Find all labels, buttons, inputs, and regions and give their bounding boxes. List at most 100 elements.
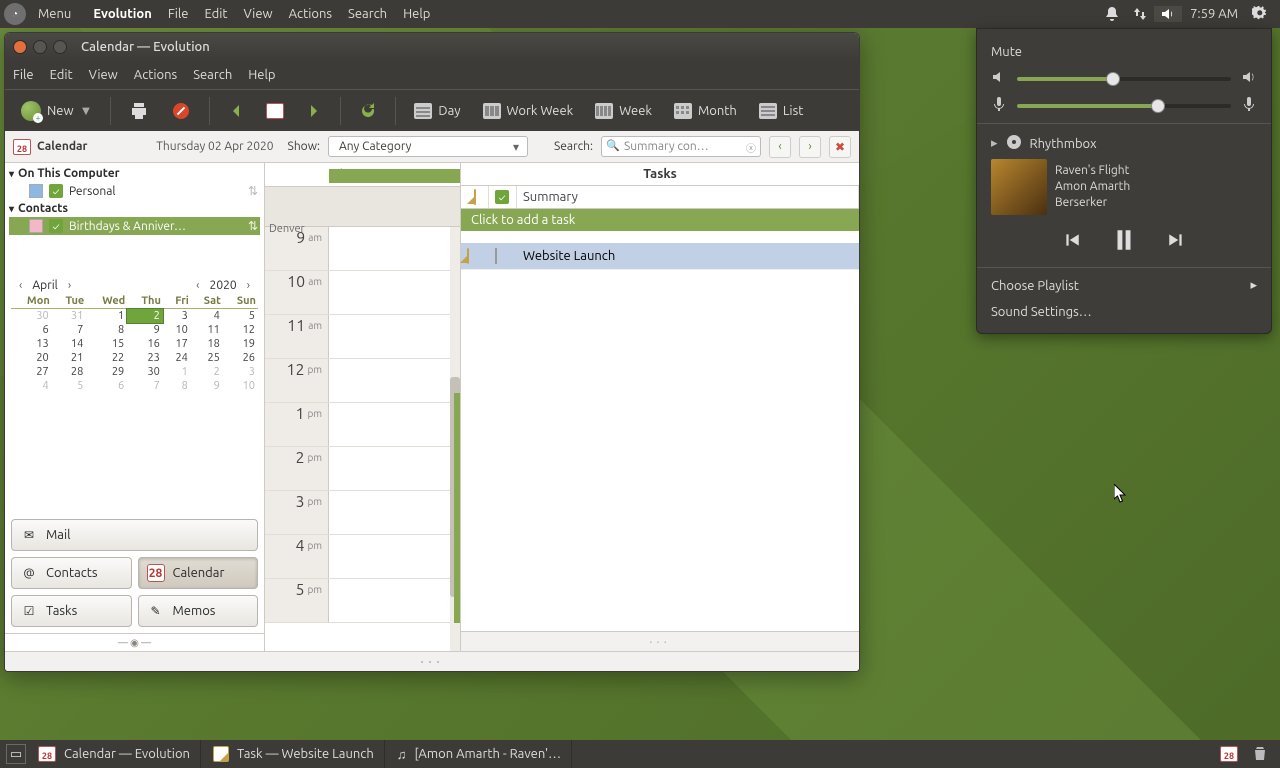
menu-actions[interactable]: Actions bbox=[126, 68, 185, 82]
minical-day[interactable]: 3 bbox=[163, 309, 191, 324]
trash-applet[interactable] bbox=[1246, 745, 1274, 764]
clear-icon[interactable]: ⓧ bbox=[746, 140, 756, 155]
calendar-item-birthdays[interactable]: ✓ Birthdays & Anniver… ⇅ bbox=[9, 217, 260, 235]
hours-grid[interactable]: 9am10am11am12pm1pm2pm3pm4pm5pm bbox=[265, 227, 460, 651]
prev-button[interactable] bbox=[220, 99, 252, 123]
hour-slot[interactable] bbox=[329, 491, 460, 534]
hour-slot[interactable] bbox=[329, 271, 460, 314]
global-menu-file[interactable]: File bbox=[160, 0, 197, 28]
view-day-button[interactable]: Day bbox=[406, 99, 468, 123]
minical-day[interactable]: 9 bbox=[127, 323, 163, 337]
hour-slot[interactable] bbox=[329, 403, 460, 446]
show-desktop-button[interactable]: ▭ bbox=[6, 744, 26, 764]
mini-calendar[interactable]: ‹April› ‹2020› MonTueWedThuFriSatSun 303… bbox=[5, 277, 264, 399]
minical-day[interactable]: 3 bbox=[223, 365, 258, 379]
col-summary[interactable]: Summary bbox=[517, 186, 859, 208]
minical-day[interactable]: 10 bbox=[223, 379, 258, 393]
distributor-logo-icon[interactable]: ◔ bbox=[4, 3, 26, 25]
minical-day[interactable]: 6 bbox=[11, 323, 52, 337]
view-month-button[interactable]: Month bbox=[666, 99, 745, 123]
minical-day[interactable]: 1 bbox=[163, 365, 191, 379]
category-dropdown[interactable]: Any Category bbox=[328, 136, 528, 157]
minical-day[interactable]: 28 bbox=[52, 365, 87, 379]
menu-view[interactable]: View bbox=[81, 68, 126, 82]
minical-day[interactable]: 7 bbox=[52, 323, 87, 337]
notifications-icon[interactable] bbox=[1098, 6, 1126, 22]
minical-day[interactable]: 25 bbox=[191, 351, 223, 365]
input-volume-slider[interactable] bbox=[1017, 104, 1231, 108]
play-pause-button[interactable] bbox=[1111, 227, 1137, 253]
minical-day[interactable]: 7 bbox=[127, 379, 163, 393]
tree-group-on-this-computer[interactable]: On This Computer bbox=[9, 165, 260, 182]
menu-edit[interactable]: Edit bbox=[42, 68, 81, 82]
window-maximize-button[interactable] bbox=[53, 40, 67, 54]
hour-slot[interactable] bbox=[329, 315, 460, 358]
minical-day[interactable]: 14 bbox=[52, 337, 87, 351]
minical-day[interactable]: 31 bbox=[52, 309, 87, 324]
global-menu-search[interactable]: Search bbox=[340, 0, 395, 28]
global-menu-edit[interactable]: Edit bbox=[196, 0, 235, 28]
mini-calendar-grid[interactable]: MonTueWedThuFriSatSun 303112345678910111… bbox=[11, 294, 258, 393]
add-task-row[interactable]: Click to add a task bbox=[461, 209, 859, 231]
minical-day[interactable]: 1 bbox=[86, 309, 127, 324]
hour-slot[interactable] bbox=[329, 359, 460, 402]
window-titlebar[interactable]: Calendar — Evolution bbox=[5, 33, 859, 61]
minical-day[interactable]: 18 bbox=[191, 337, 223, 351]
new-button[interactable]: New▼ bbox=[13, 97, 100, 125]
global-menu-actions[interactable]: Actions bbox=[281, 0, 340, 28]
minical-day[interactable]: 5 bbox=[52, 379, 87, 393]
search-stop-button[interactable]: ✖ bbox=[829, 136, 851, 158]
minical-day[interactable]: 15 bbox=[86, 337, 127, 351]
minical-day[interactable]: 16 bbox=[127, 337, 163, 351]
view-work-week-button[interactable]: Work Week bbox=[475, 99, 582, 123]
menu-search[interactable]: Search bbox=[185, 68, 240, 82]
search-input[interactable]: Summary con…ⓧ bbox=[601, 136, 761, 157]
minical-day[interactable]: 21 bbox=[52, 351, 87, 365]
minical-day[interactable]: 17 bbox=[163, 337, 191, 351]
global-menu-view[interactable]: View bbox=[236, 0, 281, 28]
task-row[interactable]: Website Launch bbox=[461, 243, 859, 270]
hour-slot[interactable] bbox=[329, 227, 460, 270]
view-week-button[interactable]: Week bbox=[587, 99, 660, 123]
minical-day[interactable]: 30 bbox=[127, 365, 163, 379]
session-gear-icon[interactable] bbox=[1246, 6, 1274, 22]
window-minimize-button[interactable] bbox=[33, 40, 47, 54]
minical-day[interactable]: 2 bbox=[191, 365, 223, 379]
task-checkbox[interactable] bbox=[495, 248, 497, 264]
player-app-name[interactable]: Rhythmbox bbox=[1030, 137, 1097, 151]
calendar-applet[interactable]: 28 bbox=[1214, 746, 1244, 762]
tree-group-contacts[interactable]: Contacts bbox=[9, 200, 260, 217]
search-prev-button[interactable]: ‹ bbox=[769, 136, 791, 158]
output-volume-slider[interactable] bbox=[1017, 77, 1231, 81]
minical-day[interactable]: 9 bbox=[191, 379, 223, 393]
minical-day[interactable]: 24 bbox=[163, 351, 191, 365]
minical-day[interactable]: 4 bbox=[191, 309, 223, 324]
month-prev-button[interactable]: ‹ bbox=[15, 279, 26, 292]
minical-day[interactable]: 27 bbox=[11, 365, 52, 379]
allday-row[interactable] bbox=[265, 187, 460, 227]
switcher-memos[interactable]: ✎Memos bbox=[138, 595, 259, 627]
minical-day[interactable]: 5 bbox=[223, 309, 258, 324]
goto-today-button[interactable] bbox=[258, 99, 292, 123]
minical-day[interactable]: 2 bbox=[127, 309, 163, 324]
minical-day[interactable]: 22 bbox=[86, 351, 127, 365]
col-done[interactable]: ✓ bbox=[489, 186, 517, 208]
switcher-mail[interactable]: ✉Mail bbox=[11, 519, 258, 551]
window-close-button[interactable] bbox=[13, 40, 27, 54]
sound-settings[interactable]: Sound Settings… bbox=[977, 299, 1271, 325]
minical-day[interactable]: 11 bbox=[191, 323, 223, 337]
global-menu-help[interactable]: Help bbox=[395, 0, 438, 28]
month-next-button[interactable]: › bbox=[64, 279, 75, 292]
col-icon[interactable] bbox=[461, 186, 489, 208]
switcher-contacts[interactable]: @Contacts bbox=[11, 557, 132, 589]
sidebar-gripper[interactable] bbox=[5, 633, 264, 651]
refresh-button[interactable] bbox=[351, 98, 385, 124]
menu-file[interactable]: File bbox=[5, 68, 42, 82]
volume-icon[interactable] bbox=[1154, 6, 1182, 22]
minical-day[interactable]: 19 bbox=[223, 337, 258, 351]
taskbar-item-rhythmbox[interactable]: ♫[Amon Amarth - Raven'… bbox=[387, 740, 572, 768]
switcher-calendar[interactable]: 28Calendar bbox=[138, 557, 259, 589]
minical-day[interactable]: 4 bbox=[11, 379, 52, 393]
clock[interactable]: 7:59 AM bbox=[1182, 7, 1246, 21]
minical-day[interactable]: 13 bbox=[11, 337, 52, 351]
